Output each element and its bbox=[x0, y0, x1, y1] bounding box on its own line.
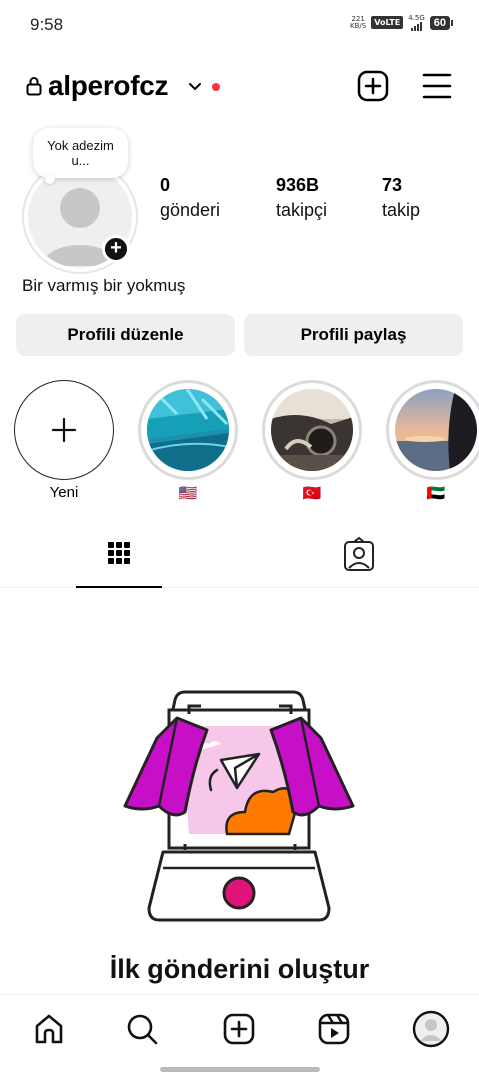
home-indicator bbox=[160, 1067, 320, 1072]
notification-dot bbox=[212, 83, 220, 91]
tagged-icon bbox=[344, 536, 374, 571]
highlight-cover bbox=[147, 389, 229, 471]
following-count: 73 bbox=[382, 175, 403, 195]
highlight-story[interactable]: 🇹🇷 bbox=[262, 380, 362, 502]
create-icon[interactable] bbox=[219, 1009, 259, 1049]
add-story-icon[interactable]: + bbox=[102, 235, 130, 263]
profile-icon[interactable] bbox=[411, 1009, 451, 1049]
posts-count: 0 bbox=[160, 175, 171, 195]
home-icon[interactable] bbox=[29, 1009, 69, 1049]
lock-icon bbox=[26, 77, 42, 96]
bio-text: Bir varmış bir yokmuş bbox=[22, 276, 186, 295]
signal-icon: 4.5G bbox=[408, 14, 425, 31]
status-bar: 9:58 221 KB/S VoLTE 4.5G 60 bbox=[0, 0, 479, 50]
posts-label: gönderi bbox=[160, 200, 221, 220]
grid-icon bbox=[108, 542, 130, 564]
highlight-story[interactable]: 🇦🇪 bbox=[386, 380, 479, 502]
reels-icon[interactable] bbox=[314, 1009, 354, 1049]
menu-icon[interactable] bbox=[422, 72, 452, 100]
highlight-cover bbox=[271, 389, 353, 471]
note-bubble[interactable]: Yok adezim u... bbox=[33, 128, 128, 178]
battery-icon: 60 bbox=[429, 15, 453, 30]
chevron-down-icon[interactable] bbox=[188, 82, 202, 92]
highlight-label: 🇹🇷 bbox=[302, 485, 322, 502]
volte-badge: VoLTE bbox=[371, 16, 404, 29]
highlight-label: Yeni bbox=[49, 484, 79, 501]
stat-posts[interactable]: 0 gönderi bbox=[160, 175, 220, 221]
account-switcher[interactable]: alperofcz bbox=[48, 70, 169, 102]
followers-count: 936B bbox=[276, 175, 320, 195]
note-tail bbox=[45, 174, 55, 184]
highlight-label: 🇺🇸 bbox=[178, 485, 198, 502]
tab-tagged[interactable] bbox=[316, 528, 402, 588]
edit-profile-button[interactable]: Profili düzenle bbox=[16, 314, 235, 356]
empty-posts-illustration bbox=[123, 688, 355, 929]
followers-label: takipçi bbox=[276, 200, 328, 220]
following-label: takip bbox=[382, 200, 421, 220]
plus-icon bbox=[51, 417, 76, 442]
profile-header: alperofcz bbox=[0, 64, 479, 110]
profile-tabs bbox=[0, 528, 479, 588]
highlight-story[interactable]: 🇺🇸 bbox=[138, 380, 238, 502]
stat-following[interactable]: 73 takip bbox=[382, 175, 420, 221]
search-icon[interactable] bbox=[122, 1009, 162, 1049]
highlight-label: 🇦🇪 bbox=[426, 485, 446, 502]
highlight-new[interactable]: Yeni bbox=[14, 380, 114, 502]
stat-followers[interactable]: 936B takipçi bbox=[276, 175, 327, 221]
status-time: 9:58 bbox=[30, 15, 64, 34]
new-post-button[interactable] bbox=[357, 70, 389, 102]
empty-state-title: İlk gönderini oluştur bbox=[109, 954, 370, 984]
network-speed: 221 KB/S bbox=[350, 14, 367, 30]
status-icons: 221 KB/S VoLTE 4.5G 60 bbox=[350, 14, 453, 31]
new-highlight-circle bbox=[14, 380, 114, 480]
tab-posts-grid[interactable] bbox=[76, 528, 162, 588]
note-text: Yok adezim u... bbox=[47, 138, 114, 168]
share-profile-button[interactable]: Profili paylaş bbox=[244, 314, 463, 356]
highlight-cover bbox=[395, 389, 477, 471]
